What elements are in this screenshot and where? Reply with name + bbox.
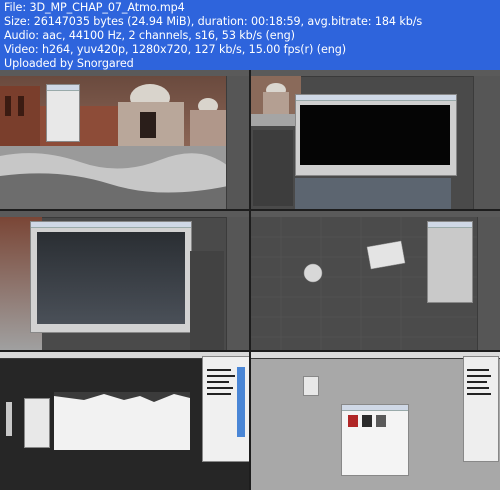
palace-scene bbox=[0, 84, 228, 209]
command-panel bbox=[226, 217, 249, 350]
parameters-panel[interactable] bbox=[46, 84, 80, 142]
render-frame-window[interactable] bbox=[295, 94, 457, 176]
side-panel bbox=[253, 130, 293, 206]
depth-map-image bbox=[54, 392, 190, 450]
file-browser-panel[interactable] bbox=[202, 356, 249, 462]
palace-scene-small bbox=[251, 76, 301, 126]
command-panel bbox=[473, 76, 500, 209]
thumbnail-texture-browser[interactable] bbox=[251, 352, 500, 490]
file-info-header: File: 3D_MP_CHAP_07_Atmo.mp4 Size: 26147… bbox=[0, 0, 500, 70]
texture-picker-dialog[interactable] bbox=[341, 404, 409, 476]
scroll-highlight bbox=[237, 367, 245, 437]
command-panel bbox=[226, 76, 249, 209]
swatch-gray bbox=[376, 415, 386, 427]
video-info-line: Video: h264, yuv420p, 1280x720, 127 kb/s… bbox=[4, 43, 347, 56]
atmosphere-settings-dialog[interactable] bbox=[427, 221, 473, 303]
thumbnail-render-window[interactable] bbox=[251, 70, 500, 209]
command-panel bbox=[477, 217, 500, 350]
file-browser-panel[interactable] bbox=[463, 356, 499, 462]
audio-info-line: Audio: aac, 44100 Hz, 2 channels, s16, 5… bbox=[4, 29, 295, 42]
asset-strip bbox=[295, 178, 451, 209]
thumbnail-palace-viewport[interactable] bbox=[0, 70, 249, 209]
tool-strip bbox=[6, 402, 12, 436]
render-canvas bbox=[300, 105, 450, 165]
swatch-dark bbox=[362, 415, 372, 427]
layers-panel[interactable] bbox=[24, 398, 50, 448]
swatch-red bbox=[348, 415, 358, 427]
modifier-list bbox=[190, 251, 224, 350]
file-name-line: File: 3D_MP_CHAP_07_Atmo.mp4 bbox=[4, 1, 185, 14]
thumbnail-perspective-grid[interactable] bbox=[251, 211, 500, 350]
environment-effects-window[interactable] bbox=[30, 221, 192, 333]
small-tool-window[interactable] bbox=[303, 376, 319, 396]
thumbnail-environment-dialog[interactable] bbox=[0, 211, 249, 350]
thumbnail-grid bbox=[0, 70, 500, 490]
fog-preview bbox=[37, 232, 185, 324]
thumbnail-depth-map[interactable] bbox=[0, 352, 249, 490]
file-size-line: Size: 26147035 bytes (24.94 MiB), durati… bbox=[4, 15, 423, 28]
uploader-line: Uploaded by Snorgared bbox=[4, 57, 134, 70]
